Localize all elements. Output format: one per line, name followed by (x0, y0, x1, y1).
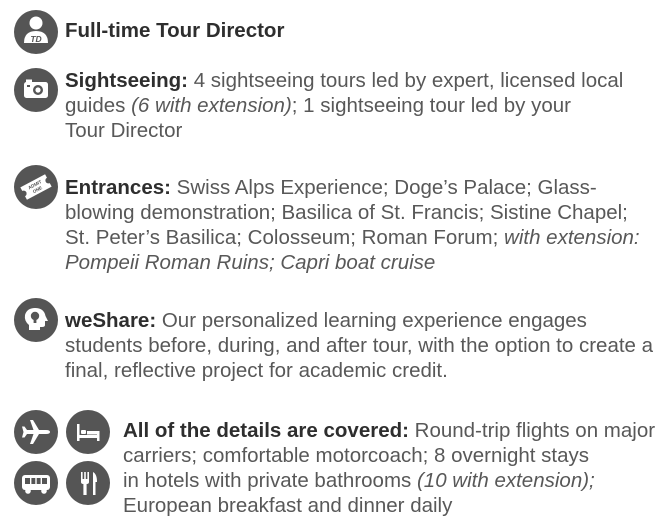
td-badge-text: TD (30, 34, 41, 44)
feature-title: Full-time Tour Director (65, 19, 285, 42)
head-lightbulb-icon (14, 298, 58, 342)
bus-icon (14, 461, 58, 505)
camera-icon (14, 68, 58, 112)
admit-one-ticket-icon: ADMIT ONE (14, 165, 58, 209)
feature-title: weShare: (65, 309, 157, 332)
feature-title: Sightseeing: (65, 69, 189, 92)
airplane-icon (14, 410, 58, 454)
feature-title: All of the details are covered: (123, 419, 409, 442)
tour-director-badge-icon: TD (14, 10, 58, 54)
fork-knife-icon (66, 461, 110, 505)
bed-icon (66, 410, 110, 454)
feature-title: Entrances: (65, 176, 171, 199)
